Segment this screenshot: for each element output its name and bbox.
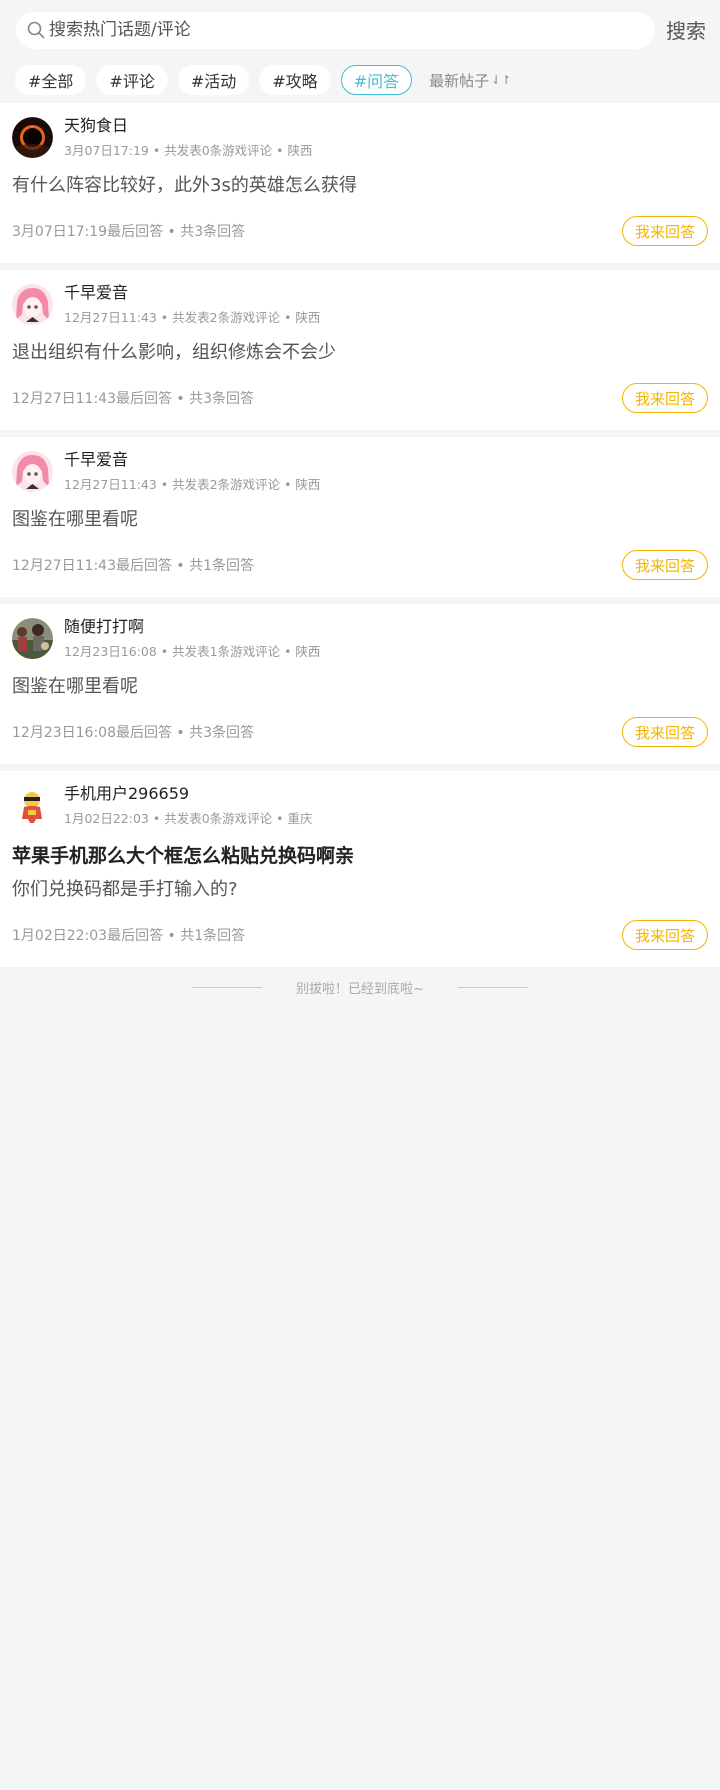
sort-label: 最新帖子: [429, 71, 490, 90]
search-bar: 搜索: [0, 0, 720, 58]
post-meta: 12月27日11:43 • 共发表2条游戏评论 • 陕西: [64, 477, 321, 492]
photo-avatar[interactable]: [12, 618, 53, 659]
search-input[interactable]: [49, 20, 655, 40]
search-button[interactable]: 搜索: [666, 15, 706, 44]
answer-summary: 12月23日16:08最后回答 • 共3条回答: [12, 725, 255, 741]
tag-activity[interactable]: #活动: [177, 65, 250, 95]
user-name[interactable]: 千早爱音: [64, 450, 320, 470]
post-meta: 1月02日22:03 • 共发表0条游戏评论 • 重庆: [64, 811, 313, 826]
answer-button[interactable]: 我来回答: [622, 550, 708, 580]
answer-button[interactable]: 我来回答: [622, 717, 708, 747]
post-header: 随便打打啊 12月23日16:08 • 共发表1条游戏评论 • 陕西: [12, 616, 708, 662]
user-info: 千早爱音 12月27日11:43 • 共发表2条游戏评论 • 陕西: [64, 449, 320, 492]
post-footer: 12月27日11:43最后回答 • 共3条回答 我来回答: [12, 366, 708, 430]
post-meta: 3月07日17:19 • 共发表0条游戏评论 • 陕西: [64, 143, 313, 158]
cartoon-avatar[interactable]: [12, 785, 53, 826]
post-header: 千早爱音 12月27日11:43 • 共发表2条游戏评论 • 陕西: [12, 282, 708, 328]
post-card[interactable]: 千早爱音 12月27日11:43 • 共发表2条游戏评论 • 陕西 退出组织有什…: [0, 270, 720, 430]
post-footer: 12月23日16:08最后回答 • 共3条回答 我来回答: [12, 700, 708, 764]
answer-button[interactable]: 我来回答: [622, 383, 708, 413]
post-text[interactable]: 有什么阵容比较好，此外3s的英雄怎么获得: [12, 173, 708, 199]
post-header: 千早爱音 12月27日11:43 • 共发表2条游戏评论 • 陕西: [12, 449, 708, 495]
post-card[interactable]: 千早爱音 12月27日11:43 • 共发表2条游戏评论 • 陕西 图鉴在哪里看…: [0, 437, 720, 597]
page: 搜索 #全部 #评论 #活动 #攻略 #问答 最新帖子 ⇃↾ 天狗食日 3: [0, 0, 720, 1790]
divider: [457, 986, 528, 988]
answer-summary: 3月07日17:19最后回答 • 共3条回答: [12, 224, 246, 240]
user-name[interactable]: 千早爱音: [64, 283, 320, 303]
user-name[interactable]: 手机用户296659: [64, 784, 312, 804]
post-card[interactable]: 天狗食日 3月07日17:19 • 共发表0条游戏评论 • 陕西 有什么阵容比较…: [0, 103, 720, 263]
end-text: 别拔啦！已经到底啦~: [296, 981, 424, 997]
tag-filter-row: #全部 #评论 #活动 #攻略 #问答 最新帖子 ⇃↾: [0, 58, 720, 102]
answer-button[interactable]: 我来回答: [622, 216, 708, 246]
search-box[interactable]: [16, 11, 655, 49]
tag-qa[interactable]: #问答: [340, 65, 413, 95]
sort-arrows-icon: ⇃↾: [491, 73, 512, 87]
post-footer: 3月07日17:19最后回答 • 共3条回答 我来回答: [12, 199, 708, 263]
search-icon: [27, 21, 45, 39]
post-title[interactable]: 苹果手机那么大个框怎么粘贴兑换码啊亲: [12, 843, 708, 869]
tag-all[interactable]: #全部: [15, 65, 87, 95]
post-card[interactable]: 手机用户296659 1月02日22:03 • 共发表0条游戏评论 • 重庆 苹…: [0, 771, 720, 967]
anime-girl-avatar[interactable]: [12, 451, 53, 492]
post-header: 天狗食日 3月07日17:19 • 共发表0条游戏评论 • 陕西: [12, 115, 708, 161]
user-info: 千早爱音 12月27日11:43 • 共发表2条游戏评论 • 陕西: [64, 282, 320, 325]
tag-guide[interactable]: #攻略: [259, 65, 331, 95]
user-name[interactable]: 随便打打啊: [64, 617, 320, 637]
post-header: 手机用户296659 1月02日22:03 • 共发表0条游戏评论 • 重庆: [12, 783, 708, 829]
end-of-list: 别拔啦！已经到底啦~: [0, 967, 720, 1007]
user-info: 随便打打啊 12月23日16:08 • 共发表1条游戏评论 • 陕西: [64, 616, 320, 659]
post-meta: 12月27日11:43 • 共发表2条游戏评论 • 陕西: [64, 310, 321, 325]
post-text[interactable]: 图鉴在哪里看呢: [12, 674, 708, 700]
sort-dropdown[interactable]: 最新帖子 ⇃↾: [429, 70, 511, 91]
user-info: 天狗食日 3月07日17:19 • 共发表0条游戏评论 • 陕西: [64, 115, 312, 158]
answer-summary: 12月27日11:43最后回答 • 共1条回答: [12, 558, 255, 574]
post-footer: 12月27日11:43最后回答 • 共1条回答 我来回答: [12, 533, 708, 597]
post-meta: 12月23日16:08 • 共发表1条游戏评论 • 陕西: [64, 644, 321, 659]
user-info: 手机用户296659 1月02日22:03 • 共发表0条游戏评论 • 重庆: [64, 783, 312, 826]
post-card[interactable]: 随便打打啊 12月23日16:08 • 共发表1条游戏评论 • 陕西 图鉴在哪里…: [0, 604, 720, 764]
answer-summary: 1月02日22:03最后回答 • 共1条回答: [12, 928, 246, 944]
eclipse-avatar[interactable]: [12, 117, 53, 158]
answer-summary: 12月27日11:43最后回答 • 共3条回答: [12, 391, 255, 407]
anime-girl-avatar[interactable]: [12, 284, 53, 325]
post-text[interactable]: 你们兑换码都是手打输入的?: [12, 877, 708, 903]
divider: [192, 986, 263, 988]
tag-comment[interactable]: #评论: [96, 65, 168, 95]
user-name[interactable]: 天狗食日: [64, 116, 312, 136]
post-text[interactable]: 图鉴在哪里看呢: [12, 507, 708, 533]
answer-button[interactable]: 我来回答: [622, 920, 708, 950]
post-text[interactable]: 退出组织有什么影响，组织修炼会不会少: [12, 340, 708, 366]
post-footer: 1月02日22:03最后回答 • 共1条回答 我来回答: [12, 903, 708, 967]
